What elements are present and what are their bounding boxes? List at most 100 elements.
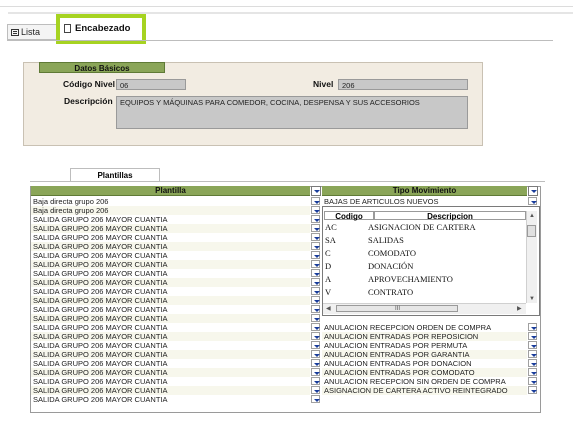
scroll-right-arrow-icon[interactable]: ▶	[517, 306, 522, 312]
plantilla-cell[interactable]: SALIDA GRUPO 206 MAYOR CUANTIA	[31, 260, 310, 269]
popup-vertical-thumb[interactable]	[527, 225, 536, 237]
tipo-cell[interactable]: ANULACION ENTRADAS POR REPOSICION	[322, 332, 527, 341]
plantilla-cell[interactable]: SALIDA GRUPO 206 MAYOR CUANTIA	[31, 332, 310, 341]
descripcion-label: Descripción	[64, 96, 113, 106]
popup-option-descripcion[interactable]: CONTRATO	[368, 287, 413, 297]
tipo-dropdown[interactable]	[528, 323, 537, 331]
tipo-cell[interactable]: ANULACION ENTRADAS POR GARANTIA	[322, 350, 527, 359]
plantilla-dropdown[interactable]	[311, 206, 320, 214]
plantilla-dropdown[interactable]	[311, 368, 320, 376]
tab-lista[interactable]: Lista	[7, 24, 57, 40]
plantilla-cell[interactable]: SALIDA GRUPO 206 MAYOR CUANTIA	[31, 395, 310, 404]
plantilla-cell[interactable]: SALIDA GRUPO 206 MAYOR CUANTIA	[31, 368, 310, 377]
plantilla-dropdown[interactable]	[311, 323, 320, 331]
popup-col-codigo: Codigo	[324, 211, 374, 221]
plantilla-dropdown[interactable]	[311, 341, 320, 349]
thumb-grip-icon: III	[395, 306, 401, 312]
plantilla-dropdown[interactable]	[311, 386, 320, 394]
tipo-header-dropdown[interactable]	[528, 186, 538, 196]
plantilla-dropdown[interactable]	[311, 251, 320, 259]
popup-option-descripcion[interactable]: DONACIÓN	[368, 261, 413, 271]
plantilla-dropdown[interactable]	[311, 215, 320, 223]
plantilla-cell[interactable]: SALIDA GRUPO 206 MAYOR CUANTIA	[31, 269, 310, 278]
tipo-dropdown[interactable]	[528, 332, 537, 340]
plantilla-dropdown[interactable]	[311, 224, 320, 232]
tipo-dropdown[interactable]	[528, 350, 537, 358]
plantilla-cell[interactable]: SALIDA GRUPO 206 MAYOR CUANTIA	[31, 341, 310, 350]
plantilla-cell[interactable]: SALIDA GRUPO 206 MAYOR CUANTIA	[31, 359, 310, 368]
plantilla-cell[interactable]: SALIDA GRUPO 206 MAYOR CUANTIA	[31, 287, 310, 296]
plantilla-dropdown[interactable]	[311, 242, 320, 250]
tab-encabezado[interactable]: Encabezado	[64, 23, 130, 34]
descripcion-field[interactable]: EQUIPOS Y MÁQUINAS PARA COMEDOR, COCINA,…	[116, 96, 468, 129]
tipo-cell[interactable]: ANULACION ENTRADAS POR DONACION	[322, 359, 527, 368]
tipo-cell[interactable]: ASIGNACION DE CARTERA ACTIVO REINTEGRADO	[322, 386, 527, 395]
tipo-dropdown[interactable]	[528, 377, 537, 385]
codigo-nivel-label: Código Nivel	[63, 79, 115, 89]
plantilla-dropdown[interactable]	[311, 359, 320, 367]
nivel-field[interactable]: 206	[338, 79, 468, 90]
popup-option-codigo[interactable]: V	[325, 287, 331, 297]
plantilla-dropdown[interactable]	[311, 233, 320, 241]
tab-lista-label: Lista	[21, 27, 41, 37]
codigo-nivel-field[interactable]: 06	[116, 79, 186, 90]
col-header-plantilla[interactable]: Plantilla	[31, 186, 310, 196]
plantilla-cell[interactable]: SALIDA GRUPO 206 MAYOR CUANTIA	[31, 305, 310, 314]
plantilla-dropdown[interactable]	[311, 278, 320, 286]
popup-option-codigo[interactable]: C	[325, 248, 331, 258]
tipo-cell[interactable]: ANULACION ENTRADAS POR COMODATO	[322, 368, 527, 377]
plantilla-cell[interactable]: SALIDA GRUPO 206 MAYOR CUANTIA	[31, 323, 310, 332]
scroll-down-arrow-icon[interactable]: ▼	[529, 296, 535, 302]
scroll-up-arrow-icon[interactable]: ▲	[529, 213, 535, 219]
popup-option-descripcion[interactable]: ASIGNACION DE CARTERA	[368, 222, 476, 232]
plantilla-dropdown[interactable]	[311, 305, 320, 313]
scroll-left-arrow-icon[interactable]: ◀	[326, 306, 331, 312]
plantilla-cell[interactable]: SALIDA GRUPO 206 MAYOR CUANTIA	[31, 314, 310, 323]
tipo-cell[interactable]: ANULACION RECEPCION SIN ORDEN DE COMPRA	[322, 377, 527, 386]
tipo-dropdown[interactable]	[528, 386, 537, 394]
plantilla-cell[interactable]: SALIDA GRUPO 206 MAYOR CUANTIA	[31, 350, 310, 359]
plantilla-dropdown[interactable]	[311, 350, 320, 358]
plantilla-dropdown[interactable]	[311, 260, 320, 268]
plantilla-dropdown[interactable]	[311, 197, 320, 205]
tipo-dropdown-first[interactable]	[528, 197, 537, 205]
popup-option-codigo[interactable]: AC	[325, 222, 337, 232]
plantilla-cell[interactable]: SALIDA GRUPO 206 MAYOR CUANTIA	[31, 377, 310, 386]
popup-option-descripcion[interactable]: COMODATO	[368, 248, 416, 258]
plantilla-cell[interactable]: SALIDA GRUPO 206 MAYOR CUANTIA	[31, 296, 310, 305]
plantilla-cell[interactable]: SALIDA GRUPO 206 MAYOR CUANTIA	[31, 224, 310, 233]
tipo-dropdown[interactable]	[528, 359, 537, 367]
tab-plantillas[interactable]: Plantillas	[70, 168, 160, 181]
plantilla-dropdown[interactable]	[311, 296, 320, 304]
popup-option-descripcion[interactable]: SALIDAS	[368, 235, 404, 245]
plantilla-dropdown[interactable]	[311, 287, 320, 295]
plantilla-dropdown[interactable]	[311, 269, 320, 277]
popup-option-codigo[interactable]: SA	[325, 235, 336, 245]
plantilla-cell[interactable]: SALIDA GRUPO 206 MAYOR CUANTIA	[31, 386, 310, 395]
tipo-cell[interactable]: ANULACION RECEPCION ORDEN DE COMPRA	[322, 323, 527, 332]
list-icon	[11, 28, 19, 36]
popup-option-codigo[interactable]: A	[325, 274, 331, 284]
tab-strip-line	[7, 40, 553, 41]
tipo-dropdown[interactable]	[528, 341, 537, 349]
plantillas-line	[30, 181, 545, 182]
plantilla-cell[interactable]: Baja directa grupo 206	[31, 197, 310, 206]
tipo-cell-first[interactable]: BAJAS DE ARTICULOS NUEVOS	[322, 197, 527, 206]
plantilla-cell[interactable]: Baja directa grupo 206	[31, 206, 310, 215]
plantilla-header-dropdown[interactable]	[311, 186, 321, 196]
plantilla-cell[interactable]: SALIDA GRUPO 206 MAYOR CUANTIA	[31, 251, 310, 260]
top-border	[0, 0, 573, 7]
plantilla-cell[interactable]: SALIDA GRUPO 206 MAYOR CUANTIA	[31, 278, 310, 287]
plantilla-cell[interactable]: SALIDA GRUPO 206 MAYOR CUANTIA	[31, 242, 310, 251]
plantilla-dropdown[interactable]	[311, 314, 320, 322]
plantilla-dropdown[interactable]	[311, 377, 320, 385]
plantilla-cell[interactable]: SALIDA GRUPO 206 MAYOR CUANTIA	[31, 233, 310, 242]
tipo-cell[interactable]: ANULACION ENTRADAS POR PERMUTA	[322, 341, 527, 350]
tipo-dropdown[interactable]	[528, 368, 537, 376]
popup-option-codigo[interactable]: D	[325, 261, 331, 271]
popup-option-descripcion[interactable]: APROVECHAMIENTO	[368, 274, 453, 284]
plantilla-cell[interactable]: SALIDA GRUPO 206 MAYOR CUANTIA	[31, 215, 310, 224]
plantilla-dropdown[interactable]	[311, 332, 320, 340]
plantilla-dropdown[interactable]	[311, 395, 320, 403]
col-header-tipo[interactable]: Tipo Movimiento	[322, 186, 527, 196]
